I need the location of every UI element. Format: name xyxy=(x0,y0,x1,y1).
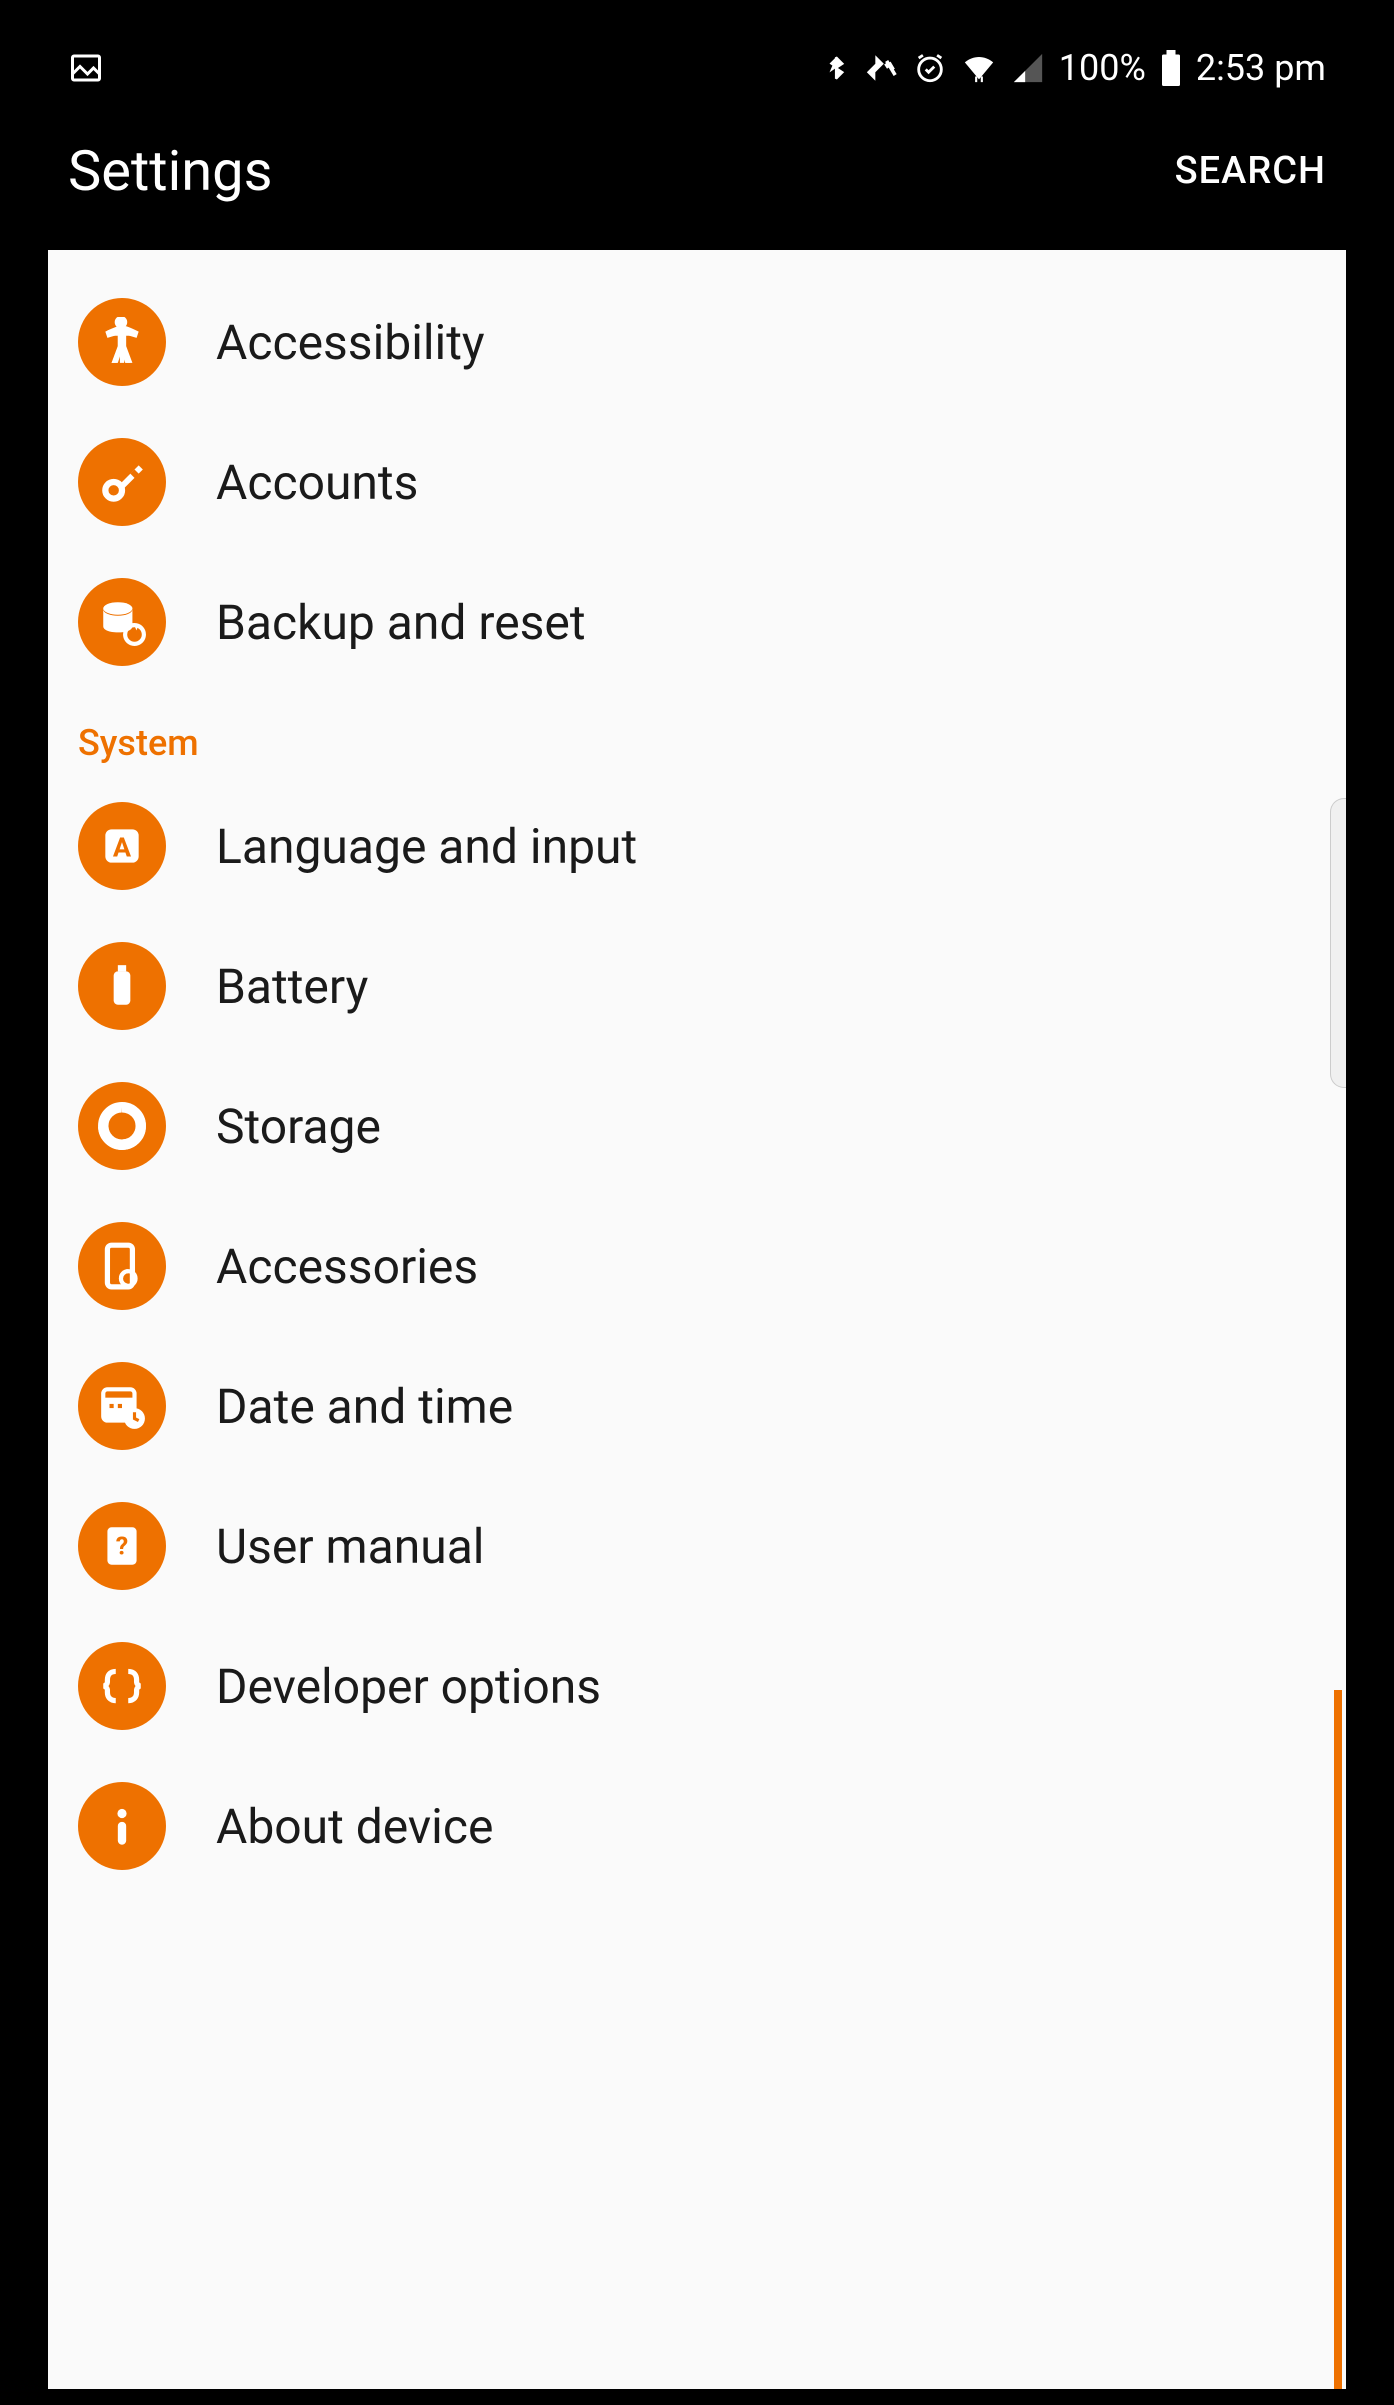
battery-icon xyxy=(78,942,166,1030)
svg-text:A: A xyxy=(113,831,132,863)
item-label: Accessibility xyxy=(216,314,485,371)
item-label: Accessories xyxy=(216,1238,478,1295)
info-icon xyxy=(78,1782,166,1870)
page-title: Settings xyxy=(68,138,272,204)
edge-panel-handle[interactable] xyxy=(1330,798,1346,1088)
storage-icon xyxy=(78,1082,166,1170)
settings-item-accounts[interactable]: Accounts xyxy=(48,412,1346,552)
battery-icon xyxy=(1160,50,1182,86)
item-label: Battery xyxy=(216,958,368,1015)
settings-item-accessibility[interactable]: Accessibility xyxy=(48,250,1346,412)
bluetooth-icon xyxy=(823,51,849,85)
language-icon: A xyxy=(78,802,166,890)
wifi-icon xyxy=(961,51,997,85)
settings-item-storage[interactable]: Storage xyxy=(48,1056,1346,1196)
date-time-icon xyxy=(78,1362,166,1450)
clock-time: 2:53 pm xyxy=(1196,47,1326,89)
vibrate-icon xyxy=(863,51,899,85)
accessories-icon xyxy=(78,1222,166,1310)
item-label: Developer options xyxy=(216,1658,601,1715)
settings-item-about-device[interactable]: About device xyxy=(48,1756,1346,1896)
settings-list: Accessibility Accounts Backup and reset … xyxy=(48,250,1346,2389)
signal-icon xyxy=(1011,51,1045,85)
settings-item-language-input[interactable]: A Language and input xyxy=(48,776,1346,916)
item-label: Backup and reset xyxy=(216,594,586,651)
settings-item-accessories[interactable]: Accessories xyxy=(48,1196,1346,1336)
alarm-icon xyxy=(913,51,947,85)
user-manual-icon: ? xyxy=(78,1502,166,1590)
screenshot-icon xyxy=(68,50,104,86)
item-label: User manual xyxy=(216,1518,484,1575)
backup-reset-icon xyxy=(78,578,166,666)
settings-item-user-manual[interactable]: ? User manual xyxy=(48,1476,1346,1616)
battery-percent: 100% xyxy=(1059,47,1146,89)
developer-icon xyxy=(78,1642,166,1730)
item-label: About device xyxy=(216,1798,493,1855)
app-header: Settings SEARCH xyxy=(48,88,1346,240)
item-label: Accounts xyxy=(216,454,418,511)
item-label: Date and time xyxy=(216,1378,513,1435)
section-header-system: System xyxy=(48,692,1346,776)
settings-item-date-time[interactable]: Date and time xyxy=(48,1336,1346,1476)
status-bar: 100% 2:53 pm xyxy=(48,48,1346,88)
scrollbar[interactable] xyxy=(1334,1690,1342,2389)
settings-item-battery[interactable]: Battery xyxy=(48,916,1346,1056)
key-icon xyxy=(78,438,166,526)
item-label: Language and input xyxy=(216,818,637,875)
search-button[interactable]: SEARCH xyxy=(1175,149,1326,193)
svg-text:?: ? xyxy=(116,1532,128,1561)
settings-item-backup-reset[interactable]: Backup and reset xyxy=(48,552,1346,692)
settings-item-developer-options[interactable]: Developer options xyxy=(48,1616,1346,1756)
item-label: Storage xyxy=(216,1098,381,1155)
accessibility-icon xyxy=(78,298,166,386)
